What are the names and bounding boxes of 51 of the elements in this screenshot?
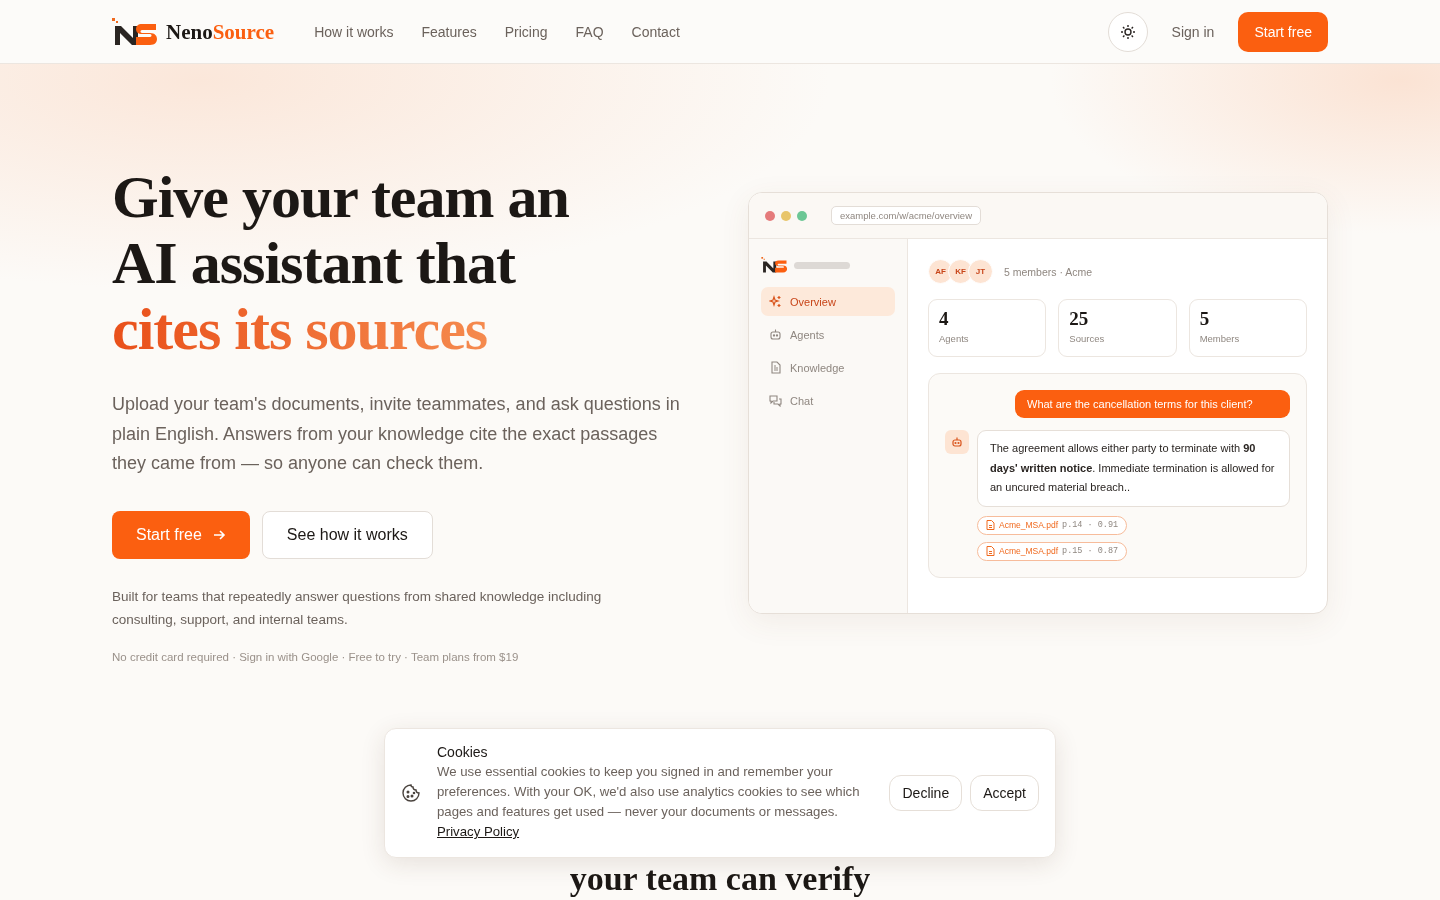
sidebar-item[interactable]: Chat [761,386,895,415]
url-bar: example.com/w/acme/overview [831,206,981,225]
sun-icon [1119,24,1136,40]
maximize-dot [797,210,807,221]
logo-icon [761,257,788,273]
cookie-icon [401,783,421,803]
cookie-button[interactable]: Accept [970,775,1039,811]
start-free-button[interactable]: Start free [1238,12,1328,52]
citation-chip[interactable]: Acme_MSA.pdf p.15 · 0.87 [977,541,1128,561]
document-icon [986,520,995,530]
sidebar-item[interactable]: Agents [761,320,895,349]
hero-headline: Give your team an AI assistant that cites its sources [112,164,570,362]
question-bubble: What are the cancellation terms for this client? [1015,390,1290,418]
cookie-title: Cookies [437,744,489,760]
brand-name[interactable]: NenoSource [166,19,275,45]
nav-link[interactable]: Features [421,24,477,40]
placeholder-bar [794,261,850,269]
see-how-it-works-button[interactable]: See how it works [261,510,433,559]
nav-link[interactable]: FAQ [575,24,604,40]
close-dot [765,210,775,221]
sparkle-icon [769,295,782,308]
document-icon [769,361,782,374]
minimize-dot [781,210,791,221]
chat-icon [769,394,782,407]
logo-icon [112,18,158,46]
member-avatar: JT [968,259,993,284]
stat-card: 5 Members [1188,299,1307,357]
hero-description: Upload your team's documents, invite teammates, and ask questions in plain English. Answers from your knowledge cite the exact passages they came from — so anyone can check them. [112,393,681,475]
section-heading: your team can verify [568,861,872,897]
sign-in-link[interactable]: Sign in [1171,24,1215,40]
robot-icon [951,436,963,448]
nav-link[interactable]: How it works [314,24,394,40]
citation-chip[interactable]: Acme_MSA.pdf p.14 · 0.91 [977,515,1128,535]
audience-text: Built for teams that repeatedly answer questions from shared knowledge including consulting, support, and internal teams. [112,587,603,629]
fine-print: No credit card required · Sign in with Google · Free to try · Team plans from $19 [112,650,520,663]
theme-toggle[interactable] [1107,12,1148,52]
cookie-text: We use essential cookies to keep you signed in and remember your preferences. With your OK, we'd also use analytics cookies to see which pages and features get used — never your documents or messages. Privacy Policy [437,763,861,841]
arrow-right-icon [211,527,226,542]
document-icon [986,546,995,556]
sidebar-item[interactable]: Knowledge [761,353,895,382]
robot-icon [769,328,782,341]
stat-card: 4 Agents [928,299,1047,357]
cookie-button[interactable]: Decline [889,775,963,811]
start-free-button[interactable]: Start free [112,510,250,559]
stat-card: 25 Sources [1058,299,1177,357]
sidebar-item[interactable]: Overview [761,287,895,316]
nav-link[interactable]: Contact [631,24,680,40]
answer-bubble: The agreement allows either party to terminate with 90 days' written notice. Immediate termination is allowed for an uncured material breach.. [977,430,1290,507]
members-text: 5 members · Acme [1004,265,1093,278]
nav-link[interactable]: Pricing [504,24,548,40]
privacy-policy-link[interactable]: Privacy Policy [437,824,520,839]
